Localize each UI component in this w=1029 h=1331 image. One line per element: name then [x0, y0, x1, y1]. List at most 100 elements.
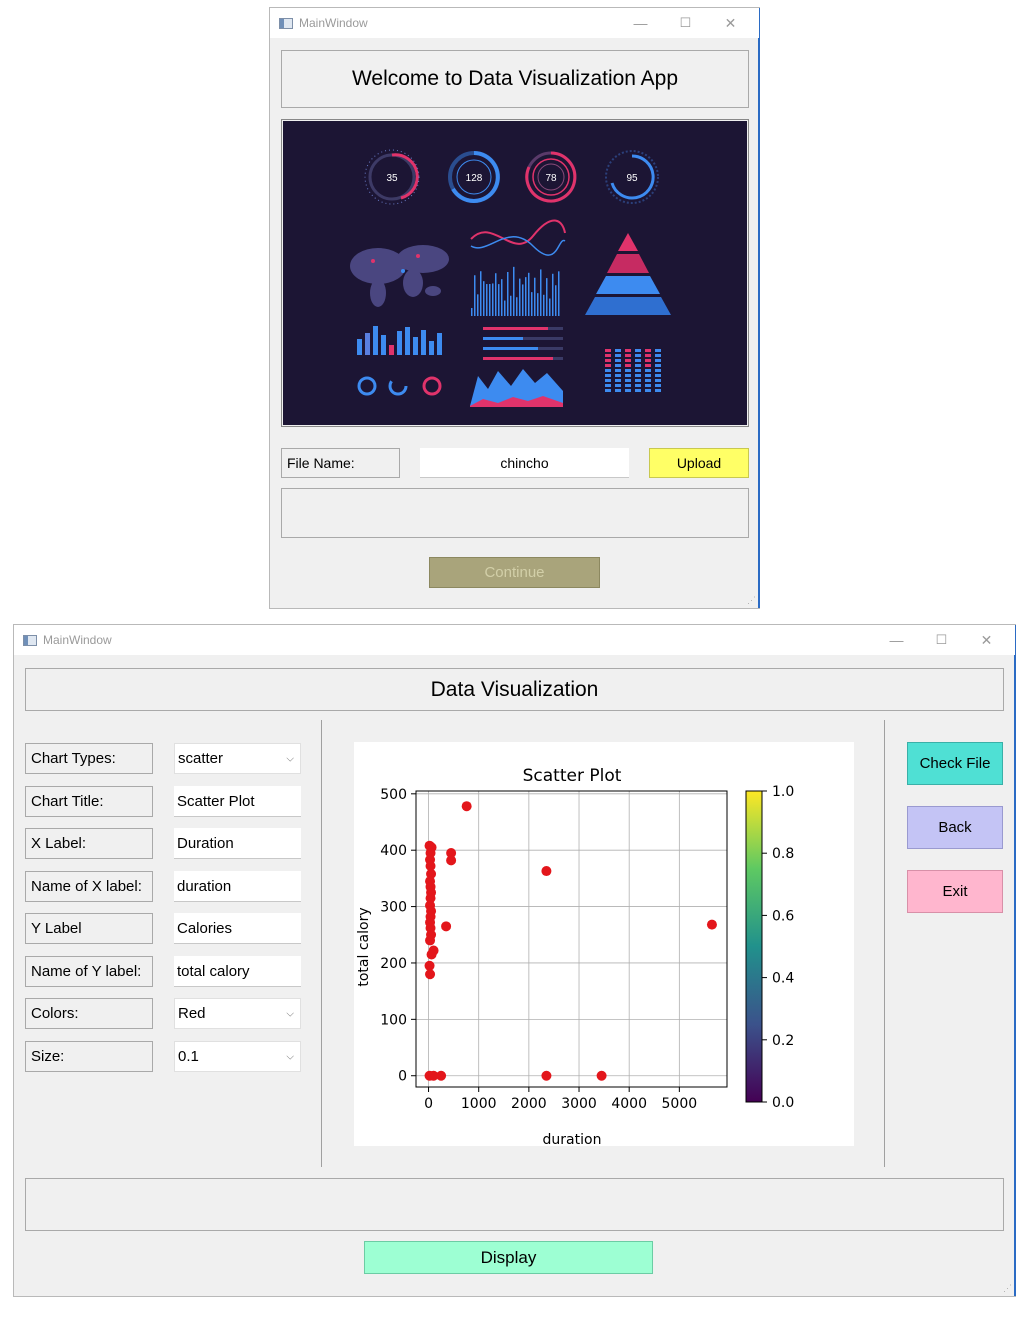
chart-title-label: Chart Title:	[25, 786, 153, 817]
chevron-down-icon: ⌵	[286, 753, 294, 764]
maximize-button[interactable]: ☐	[919, 632, 964, 648]
resize-grip[interactable]: ⋰	[1003, 1283, 1012, 1294]
left-divider	[321, 720, 322, 1167]
back-button[interactable]: Back	[907, 806, 1003, 849]
continue-button[interactable]: Continue	[429, 557, 600, 588]
title-bar: MainWindow — ☐ ✕	[270, 8, 759, 38]
page-heading: Data Visualization	[430, 677, 599, 701]
dot-cell	[625, 354, 631, 357]
y-name-input[interactable]: total calory	[174, 956, 301, 987]
dot-cell	[625, 389, 631, 392]
maximize-button[interactable]: ☐	[663, 15, 708, 31]
size-label-text: Size:	[31, 1048, 65, 1065]
y-label-label: Y Label	[25, 913, 153, 944]
dot-cell	[615, 379, 621, 382]
dot-cell	[655, 364, 661, 367]
dot-cell	[655, 359, 661, 362]
dot-cell	[655, 384, 661, 387]
dot-cell	[655, 374, 661, 377]
colors-select[interactable]: Red ⌵	[174, 998, 301, 1029]
window-border	[1014, 625, 1016, 1296]
exit-button[interactable]: Exit	[907, 870, 1003, 913]
dot-cell	[635, 354, 641, 357]
thin-bar	[510, 295, 512, 316]
dot-cell	[615, 354, 621, 357]
upload-button[interactable]: Upload	[649, 448, 749, 478]
colors-label-text: Colors:	[31, 1005, 79, 1022]
scatter-point	[441, 921, 452, 932]
chart-title-label-text: Chart Title:	[31, 793, 104, 810]
check-file-button[interactable]: Check File	[907, 742, 1003, 785]
display-button-label: Display	[480, 1247, 537, 1267]
x-tick-label: 1000	[461, 1096, 497, 1112]
dot-cell	[605, 359, 611, 362]
x-tick-label: 3000	[561, 1096, 597, 1112]
minimize-button[interactable]: —	[618, 15, 663, 31]
dot-cell	[635, 349, 641, 352]
dot-cell	[605, 384, 611, 387]
scatter-plot: Scatter Plot 0 1000 2000 3000 4000 5000 0 100 20…	[356, 766, 794, 1148]
x-label-input[interactable]: Duration	[174, 828, 301, 859]
scatter-point	[596, 1070, 607, 1081]
thin-bar	[540, 269, 542, 316]
y-tick-label: 100	[380, 1012, 407, 1028]
thin-bar	[543, 294, 545, 316]
minimize-button[interactable]: —	[874, 632, 919, 648]
gauge-3: 78	[525, 151, 577, 203]
thin-bar-chart	[471, 266, 560, 316]
close-button[interactable]: ✕	[708, 15, 753, 32]
dot-cell	[635, 379, 641, 382]
thin-bar	[516, 297, 518, 316]
scatter-point	[425, 969, 436, 980]
window-border	[758, 8, 760, 608]
y-tick-label: 200	[380, 956, 407, 972]
y-tick-label: 300	[380, 900, 407, 916]
dot-cell	[655, 354, 661, 357]
scatter-point	[425, 935, 436, 946]
dashboard-graphic: 35 128 78 95	[350, 149, 671, 407]
colorbar-tick-label: 0.8	[772, 846, 794, 862]
close-button[interactable]: ✕	[964, 632, 1009, 649]
dot-cell	[625, 379, 631, 382]
gauge-4: 95	[605, 150, 659, 204]
welcome-window: MainWindow — ☐ ✕ Welcome to Data Visuali…	[269, 7, 760, 609]
dot-cell	[605, 379, 611, 382]
file-name-input[interactable]: chincho	[420, 448, 629, 478]
y-label-input[interactable]: Calories	[174, 913, 301, 944]
chart-title-input[interactable]: Scatter Plot	[174, 786, 301, 817]
thin-bar	[534, 277, 536, 316]
heading-frame: Data Visualization	[25, 668, 1004, 711]
dot-cell	[625, 359, 631, 362]
thin-bar	[498, 284, 500, 316]
right-divider	[884, 720, 885, 1167]
dot-cell	[625, 364, 631, 367]
dot-cell	[655, 389, 661, 392]
chart-title-value: Scatter Plot	[177, 792, 255, 810]
dot-cell	[645, 389, 651, 392]
gauge-1-value: 35	[386, 173, 398, 184]
display-button[interactable]: Display	[364, 1241, 653, 1274]
dot-cell	[605, 354, 611, 357]
exit-button-label: Exit	[942, 883, 968, 900]
resize-grip[interactable]: ⋰	[747, 595, 756, 606]
bar-chart	[357, 326, 442, 355]
y-label-value: Calories	[177, 919, 233, 937]
size-select[interactable]: 0.1 ⌵	[174, 1041, 301, 1072]
pyramid-chart	[585, 233, 671, 315]
dot-cell	[645, 374, 651, 377]
y-name-label-text: Name of Y label:	[31, 963, 142, 980]
dot-cell	[615, 359, 621, 362]
x-label-label-text: X Label:	[31, 835, 87, 852]
scatter-point	[541, 866, 552, 877]
dot-cell	[635, 374, 641, 377]
dot-cell	[645, 384, 651, 387]
grid-lines	[416, 791, 727, 1087]
thin-bar	[513, 266, 515, 316]
thin-bar	[486, 284, 488, 316]
x-name-input[interactable]: duration	[174, 871, 301, 902]
dot-cell	[605, 389, 611, 392]
chart-types-select[interactable]: scatter ⌵	[174, 743, 301, 774]
app-icon	[279, 17, 293, 29]
x-name-value: duration	[177, 877, 232, 895]
thin-bar	[549, 298, 551, 316]
